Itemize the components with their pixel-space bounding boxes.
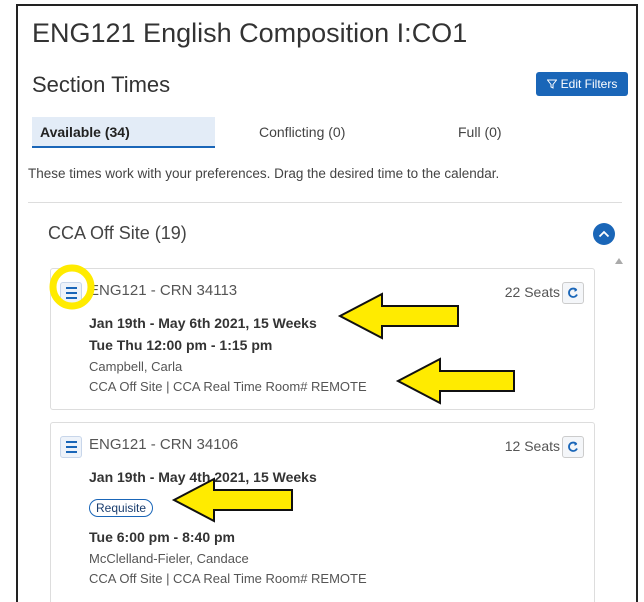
collapse-group-button[interactable] — [593, 223, 615, 245]
seats-count: 12 Seats — [504, 438, 560, 454]
tab-full[interactable]: Full (0) — [458, 117, 502, 148]
meeting-times: Tue 6:00 pm - 8:40 pm — [89, 529, 236, 545]
edit-filters-button[interactable]: Edit Filters — [536, 72, 628, 96]
section-dates: Jan 19th - May 4th 2021, 15 Weeks — [89, 469, 317, 485]
instructor-name: McClelland-Fieler, Candace — [89, 551, 249, 566]
scroll-up-arrow-icon[interactable] — [615, 258, 623, 264]
section-times-heading: Section Times — [32, 72, 171, 97]
section-location: CCA Off Site | CCA Real Time Room# REMOT… — [89, 379, 367, 394]
section-location: CCA Off Site | CCA Real Time Room# REMOT… — [89, 571, 367, 586]
group-header-cca-off-site[interactable]: CCA Off Site (19) — [48, 223, 187, 244]
refresh-seats-button[interactable] — [562, 282, 584, 304]
course-title: ENG121 English Composition I:CO1 — [32, 18, 468, 48]
seats-count: 22 Seats — [504, 284, 560, 300]
section-card[interactable]: ENG121 - CRN 34113 22 Seats Jan 19th - M… — [50, 268, 595, 410]
instructor-name: Campbell, Carla — [89, 359, 183, 374]
scrollbar[interactable] — [612, 256, 626, 602]
tab-available[interactable]: Available (34) — [32, 117, 215, 148]
instructions-text: These times work with your preferences. … — [28, 166, 500, 181]
chevron-up-icon — [598, 230, 610, 238]
drag-handle-menu-icon[interactable] — [60, 282, 82, 304]
drag-handle-menu-icon[interactable] — [60, 436, 82, 458]
section-dates: Jan 19th - May 6th 2021, 15 Weeks — [89, 315, 317, 331]
availability-tabs: Available (34) Conflicting (0) Full (0) — [32, 117, 622, 148]
refresh-icon — [568, 287, 578, 298]
requisite-badge[interactable]: Requisite — [89, 499, 154, 517]
meeting-times: Tue Thu 12:00 pm - 1:15 pm — [89, 337, 273, 353]
refresh-icon — [568, 441, 578, 452]
divider — [28, 202, 622, 203]
filter-icon — [546, 79, 557, 89]
tab-conflicting[interactable]: Conflicting (0) — [259, 117, 345, 148]
edit-filters-label: Edit Filters — [560, 77, 618, 91]
section-crn-title: ENG121 - CRN 34106 — [89, 436, 239, 453]
section-crn-title: ENG121 - CRN 34113 — [89, 282, 238, 299]
refresh-seats-button[interactable] — [562, 436, 584, 458]
section-times-panel: ENG121 English Composition I:CO1 Section… — [16, 4, 638, 602]
section-card[interactable]: ENG121 - CRN 34106 12 Seats Jan 19th - M… — [50, 422, 595, 602]
